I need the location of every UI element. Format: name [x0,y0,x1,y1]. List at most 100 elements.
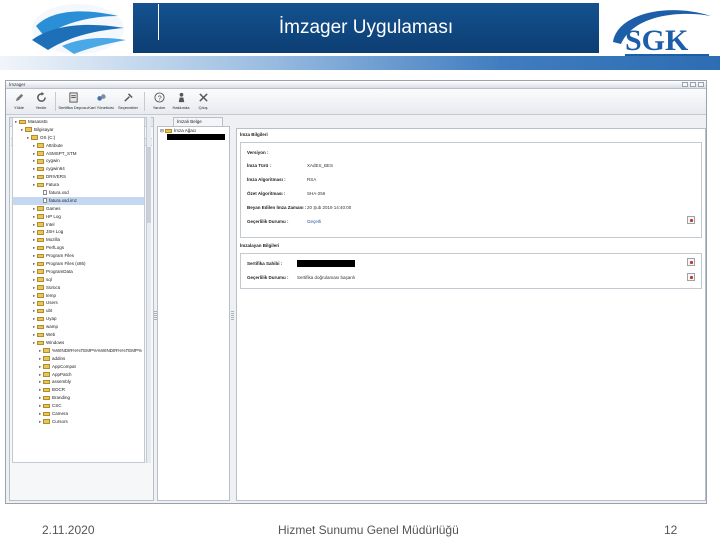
tree-item[interactable]: ▸ HP Log [13,213,144,221]
folder-icon [37,253,44,259]
tree-item[interactable]: ▸ addins [13,355,144,363]
tree-item-label: DRIVERS [46,174,67,180]
tree-item-label: ASMSPT_STM [46,150,77,156]
tree-item-label: JSH Log [46,229,64,235]
toolbar-options-button[interactable]: Seçenekler [115,92,141,110]
tree-item-label: Masaüstü [28,119,48,124]
tree-item[interactable]: ▸ Games [13,205,144,213]
toolbar-card-manager-button[interactable]: Kart Yöneticisi [87,92,115,110]
tree-item[interactable]: fatura.xsd [13,189,144,197]
validity-status-value[interactable]: Geçerli [307,219,321,224]
toolbar-certificate-store-button[interactable]: Sertifika Deposu [58,92,88,110]
about-icon [178,92,184,103]
digest-algorithm-label: Özet Algoritması : [247,191,286,196]
tree-item[interactable]: ▸ Bilgisayar [13,126,144,134]
tree-item[interactable]: ▸ sql [13,276,144,284]
tree-item-label: HP Log [46,213,61,219]
tree-item[interactable]: ▸ Masaüstü [13,118,144,126]
tree-item[interactable]: ▸ Attribute [13,142,144,150]
tree-scroll-thumb[interactable] [147,147,151,223]
validity-details-button[interactable] [687,216,695,224]
tree-item[interactable]: ▸ Sürücü [13,284,144,292]
maximize-button[interactable] [690,82,696,87]
tree-item[interactable]: ▸ AppCompat [13,363,144,371]
tree-item[interactable]: ▸ ProgramData [13,268,144,276]
tree-item[interactable]: ▸ Branding [13,394,144,402]
version-label: Versiyon : [247,150,269,155]
tree-scrollbar[interactable] [146,117,151,463]
verification-details-button[interactable] [687,273,695,281]
tree-item[interactable]: ▸ ubt [13,307,144,315]
tree-item[interactable]: ▸ Web [13,331,144,339]
tree-item[interactable]: fatura.xsd.imz [13,196,144,205]
tree-item[interactable]: ▸ Program Files [13,252,144,260]
tree-item[interactable]: ▸ assembly [13,378,144,386]
tree-item-label: Fatura [46,182,60,188]
folder-icon [37,261,44,267]
splitter-handle[interactable] [231,311,234,321]
signature-tree-panel: ⊟ İmza Ağacı [157,126,230,501]
tree-item[interactable]: ▸ JSH Log [13,228,144,236]
footer-center-text: Hizmet Sunumu Genel Müdürlüğü [278,523,459,537]
tree-item[interactable]: ▸ Fatura [13,181,144,189]
folder-icon [37,151,44,156]
exit-icon [198,93,208,102]
tree-item-label: Games [46,205,61,211]
tree-item[interactable]: ▸ Camera [13,410,144,418]
certificate-details-button[interactable] [687,258,695,266]
tree-item[interactable]: ▸ OS (C:) [13,134,144,142]
minimize-button[interactable] [682,82,688,87]
toolbar-about-button[interactable]: Hakkında [170,92,192,110]
toolbar-separator [144,92,145,111]
tree-item[interactable]: ▸ Intel [13,221,144,229]
tree-item[interactable]: ▸ Users [13,299,144,307]
tree-item[interactable]: ▸ temp [13,292,144,300]
tab-signed-document[interactable]: İmzalı Belge [173,117,223,126]
selected-signature-node[interactable] [167,134,225,140]
redacted-owner-name [297,260,355,267]
tree-item[interactable]: ▸ PerfLogs [13,244,144,252]
validity-status-label: Geçerlilik Durumu : [247,219,289,224]
tree-item-label: PerfLogs [46,245,65,251]
toolbar-help-button[interactable]: ? Yardım [148,92,170,110]
toolbar-load-button[interactable]: Yükle [8,92,30,110]
toolbar-exit-button[interactable]: Çıkış [192,92,214,110]
folder-icon [43,372,50,377]
close-button[interactable] [698,82,704,87]
tree-item[interactable]: ▸ Uyap [13,315,144,323]
tree-item[interactable]: ▸ Cursors [13,418,144,426]
tree-item-label: Users [46,300,58,306]
tree-item-label: Web [46,332,56,338]
folder-icon [37,269,44,274]
toolbar-refresh-button[interactable]: Yenile [30,92,52,110]
signature-tree-root[interactable]: ⊟ İmza Ağacı [158,127,229,134]
tree-item[interactable]: ▸ cygwin64 [13,165,144,173]
tree-item[interactable]: ▸ Windows [13,339,144,347]
sgk-logo: SGK [613,10,711,57]
tree-item[interactable]: ▸ ASMSPT_STM [13,150,144,158]
signature-algorithm-value: RSA [307,177,317,182]
folder-icon [43,403,50,409]
tree-item[interactable]: ▸ CSC [13,402,144,410]
tree-item-label: %WINDIR%%TEMP%%WINDIR%%TEMP% [52,347,143,353]
imzager-window: İmzager Yükle Yenile Sertifika Deposu Ka… [5,80,707,504]
tree-item[interactable]: ▸ cygwin [13,157,144,165]
card-manager-icon [96,94,106,101]
tree-item[interactable]: ▸ wamp [13,323,144,331]
folder-icon [19,119,26,125]
tree-item[interactable]: ▸ Mozilla [13,236,144,244]
tree-item[interactable]: ▸ DRIVERS [13,173,144,181]
folder-icon [37,332,44,338]
folder-icon [37,159,44,164]
refresh-icon [36,92,46,102]
tree-item-label: AppCompat [52,363,76,369]
digest-algorithm-value: SHA-256 [307,191,326,196]
tree-item[interactable]: ▸ Program Files (x86) [13,260,144,268]
tree-item[interactable]: ▸ AppPatch [13,371,144,379]
toolbar-separator [55,92,56,111]
tree-item[interactable]: ▸ %WINDIR%%TEMP%%WINDIR%%TEMP% [13,347,144,355]
folder-icon [37,230,44,235]
tree-item[interactable]: ▸ BOCR [13,386,144,394]
declared-time-value: 20 Şub 2019 14:40:00 [307,205,352,210]
title-divider [158,4,159,40]
